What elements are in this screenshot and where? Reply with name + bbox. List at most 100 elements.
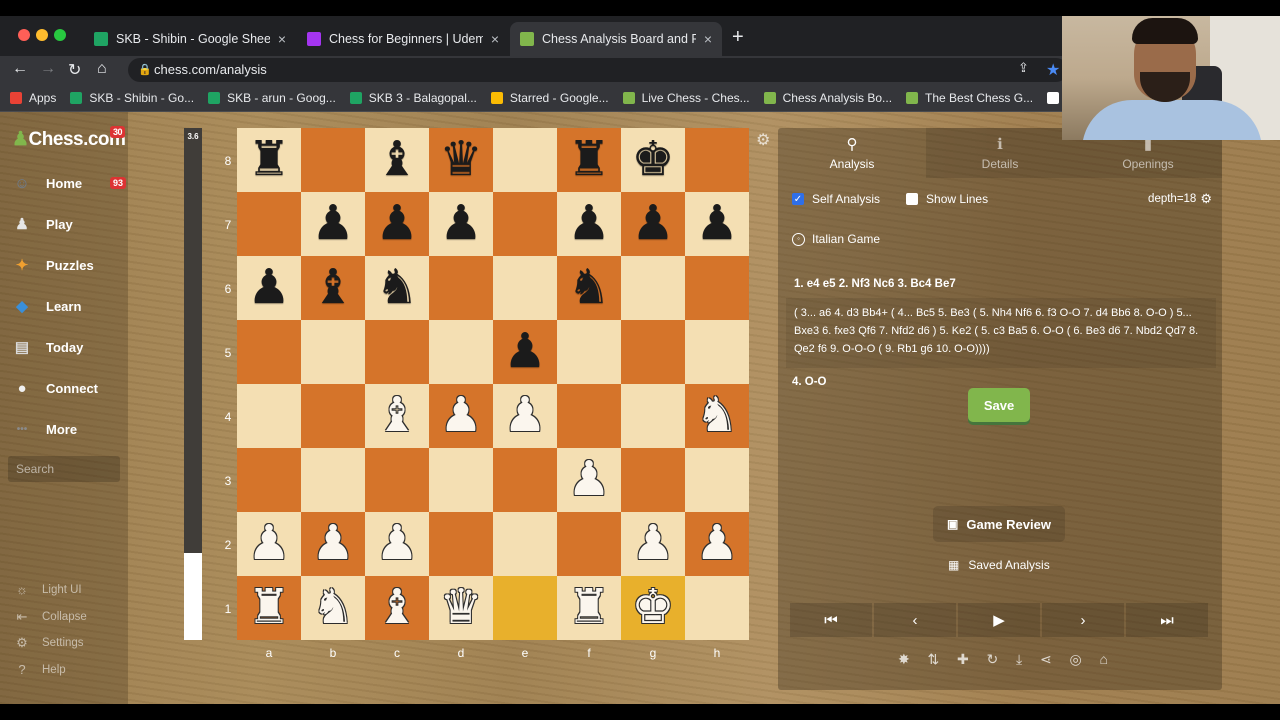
minimize-window-dot[interactable] [36,29,48,41]
square-e7[interactable] [493,192,557,256]
white-pawn-icon[interactable]: ♟ [247,520,290,568]
bookmark-item[interactable]: Chess Analysis Bo... [763,91,892,105]
white-pawn-icon[interactable]: ♟ [695,520,738,568]
square-f5[interactable] [557,320,621,384]
new-tab-button[interactable]: + [732,26,744,49]
square-f2[interactable] [557,512,621,576]
square-a8[interactable]: ♜ [237,128,301,192]
square-h8[interactable] [685,128,749,192]
bookmark-item[interactable]: SKB - arun - Goog... [208,91,336,105]
bookmark-star-icon[interactable]: ★ [1046,60,1060,80]
square-h2[interactable]: ♟ [685,512,749,576]
black-bishop-icon[interactable]: ♝ [375,136,418,184]
library-icon[interactable]: ⌂ [1099,651,1107,668]
square-d1[interactable]: ♛ [429,576,493,640]
square-g2[interactable]: ♟ [621,512,685,576]
url-bar[interactable]: 🔒 chess.com/analysis [128,58,1068,82]
square-g1[interactable]: ♚ [621,576,685,640]
bookmark-item[interactable]: Starred - Google... [490,91,609,105]
square-c4[interactable]: ♝ [365,384,429,448]
play-button[interactable]: ▶ [958,603,1040,637]
first-move-button[interactable]: ⏮ [790,603,872,637]
close-window-dot[interactable] [18,29,30,41]
black-pawn-icon[interactable]: ♟ [631,200,674,248]
square-c1[interactable]: ♝ [365,576,429,640]
square-h5[interactable] [685,320,749,384]
white-pawn-icon[interactable]: ♟ [567,456,610,504]
square-e2[interactable] [493,512,557,576]
mainline-moves[interactable]: 1. e4 e5 2. Nf3 Nc6 3. Bc4 Be7 [794,278,956,290]
square-d2[interactable] [429,512,493,576]
sidebar-settings[interactable]: ⚙ Settings [14,635,83,651]
saved-analysis-link[interactable]: ▦ Saved Analysis [948,558,1050,572]
target-icon[interactable]: ◎ [1069,651,1081,668]
square-h1[interactable] [685,576,749,640]
square-c2[interactable]: ♟ [365,512,429,576]
current-move[interactable]: 4. O-O [792,376,827,388]
square-c5[interactable] [365,320,429,384]
square-f8[interactable]: ♜ [557,128,621,192]
sidebar-item-learn[interactable]: ◆ Learn [10,295,81,317]
tab-close-icon[interactable]: × [278,31,286,47]
square-b6[interactable]: ♝ [301,256,365,320]
black-pawn-icon[interactable]: ♟ [503,328,546,376]
square-b2[interactable]: ♟ [301,512,365,576]
square-g8[interactable]: ♚ [621,128,685,192]
engine-settings-gear-icon[interactable]: ⚙ [1200,191,1212,207]
square-f3[interactable]: ♟ [557,448,621,512]
square-h7[interactable]: ♟ [685,192,749,256]
square-b7[interactable]: ♟ [301,192,365,256]
square-d7[interactable]: ♟ [429,192,493,256]
square-g5[interactable] [621,320,685,384]
black-pawn-icon[interactable]: ♟ [311,200,354,248]
white-queen-icon[interactable]: ♛ [439,584,482,632]
black-pawn-icon[interactable]: ♟ [695,200,738,248]
white-bishop-icon[interactable]: ♝ [375,584,418,632]
square-b4[interactable] [301,384,365,448]
browser-tab[interactable]: SKB - Shibin - Google Sheets × [84,22,296,56]
square-e3[interactable] [493,448,557,512]
square-a3[interactable] [237,448,301,512]
chess-board[interactable]: ♜ ♝ ♛ ♜ ♚ ♟ ♟ ♟ ♟ ♟ ♟ ♟ ♝ ♞ ♞ ♟ ♝ ♟ ♟ ♞ ♟ ♟ ♟ ♟ ♟ ♟ ♜ ♞ ♝ ♛ ♜ ♚ [237,128,749,640]
white-knight-icon[interactable]: ♞ [311,584,354,632]
square-e5[interactable]: ♟ [493,320,557,384]
sidebar-item-home[interactable]: ☺ Home 93 [10,172,127,194]
white-pawn-icon[interactable]: ♟ [631,520,674,568]
square-e1[interactable] [493,576,557,640]
black-pawn-icon[interactable]: ♟ [247,264,290,312]
black-king-icon[interactable]: ♚ [631,136,674,184]
square-d6[interactable] [429,256,493,320]
square-b3[interactable] [301,448,365,512]
last-move-button[interactable]: ⏭ [1126,603,1208,637]
square-h3[interactable] [685,448,749,512]
black-rook-icon[interactable]: ♜ [247,136,290,184]
sidebar-help[interactable]: ? Help [14,662,65,677]
square-h4[interactable]: ♞ [685,384,749,448]
square-a1[interactable]: ♜ [237,576,301,640]
black-rook-icon[interactable]: ♜ [567,136,610,184]
bookmark-item[interactable]: The Best Chess G... [906,91,1033,105]
square-f4[interactable] [557,384,621,448]
share-icon[interactable]: ⇪ [1018,60,1029,76]
square-a2[interactable]: ♟ [237,512,301,576]
black-bishop-icon[interactable]: ♝ [311,264,354,312]
black-queen-icon[interactable]: ♛ [439,136,482,184]
sidebar-light-ui[interactable]: ☼ Light UI [14,582,82,597]
black-knight-icon[interactable]: ♞ [375,264,418,312]
black-pawn-icon[interactable]: ♟ [567,200,610,248]
sidebar-item-more[interactable]: ••• More [10,418,77,440]
square-d8[interactable]: ♛ [429,128,493,192]
tab-close-icon[interactable]: × [491,31,499,47]
sidebar-search-input[interactable]: Search [8,456,120,482]
square-a5[interactable] [237,320,301,384]
square-a6[interactable]: ♟ [237,256,301,320]
square-b1[interactable]: ♞ [301,576,365,640]
reset-icon[interactable]: ↻ [987,651,999,668]
self-analysis-checkbox[interactable]: ✓ [792,193,804,205]
square-a7[interactable] [237,192,301,256]
white-rook-icon[interactable]: ♜ [567,584,610,632]
reload-icon[interactable]: ↻ [68,60,81,80]
sidebar-collapse[interactable]: ⇤ Collapse [14,609,87,625]
download-icon[interactable]: ⤓ [1016,651,1022,668]
white-pawn-icon[interactable]: ♟ [503,392,546,440]
